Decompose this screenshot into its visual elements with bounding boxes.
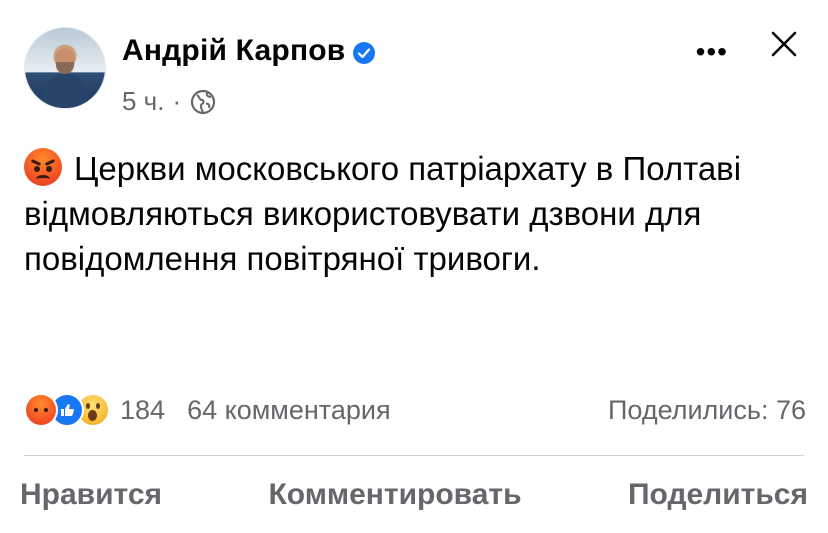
meta-separator: · [172,86,182,116]
post-text: Церкви московського патріархату в Полтав… [24,150,742,277]
share-button[interactable]: Поделиться [626,478,810,512]
post-header: Андрій Карпов 5 ч. · ••• [24,24,808,124]
post-meta: 5 ч. · [122,86,217,117]
like-button[interactable]: Нравится [18,478,164,512]
post-time[interactable]: 5 ч. [122,86,164,117]
comment-button[interactable]: Комментировать [266,478,523,512]
globe-icon [189,88,217,116]
avatar[interactable] [24,27,106,109]
close-icon[interactable] [766,26,802,62]
more-options-button[interactable]: ••• [696,36,728,68]
reaction-count[interactable]: 184 [120,395,165,426]
angry-reaction-icon [24,393,58,427]
checkmark-icon [358,48,371,59]
divider [24,455,804,456]
avatar-body [41,74,89,108]
verified-badge-icon [353,42,376,64]
angry-face-emoji [24,148,62,186]
author-name[interactable]: Андрій Карпов [122,34,345,68]
author-row: Андрій Карпов [122,34,376,68]
avatar-beard [56,62,74,74]
share-count[interactable]: Поделились: 76 [608,395,806,426]
reaction-icons[interactable] [24,393,110,427]
post-stats: 184 64 комментария Поделились: 76 [24,388,806,432]
comment-count[interactable]: 64 комментария [187,395,391,426]
action-bar: Нравится Комментировать Поделиться [18,472,810,518]
post-body: Церкви московського патріархату в Полтав… [24,146,804,281]
